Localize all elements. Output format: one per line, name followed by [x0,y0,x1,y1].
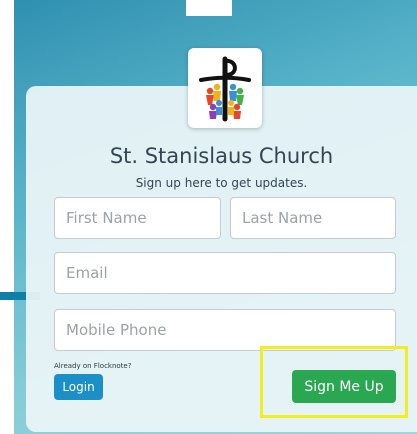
top-notch [186,0,232,16]
last-name-field[interactable] [230,197,396,239]
page-subtitle: Sign up here to get updates. [135,176,308,190]
left-margin-strip [0,0,14,434]
cross-with-children-icon [199,56,251,122]
first-name-field[interactable] [54,197,221,239]
page-title: St. Stanislaus Church [109,144,334,168]
email-field[interactable] [54,252,396,294]
already-on-flocknote-label: Already on Flocknote? [54,362,132,370]
mobile-phone-field[interactable] [54,309,396,351]
login-button[interactable]: Login [54,374,103,400]
church-logo [188,48,262,128]
highlight-box [260,346,408,418]
